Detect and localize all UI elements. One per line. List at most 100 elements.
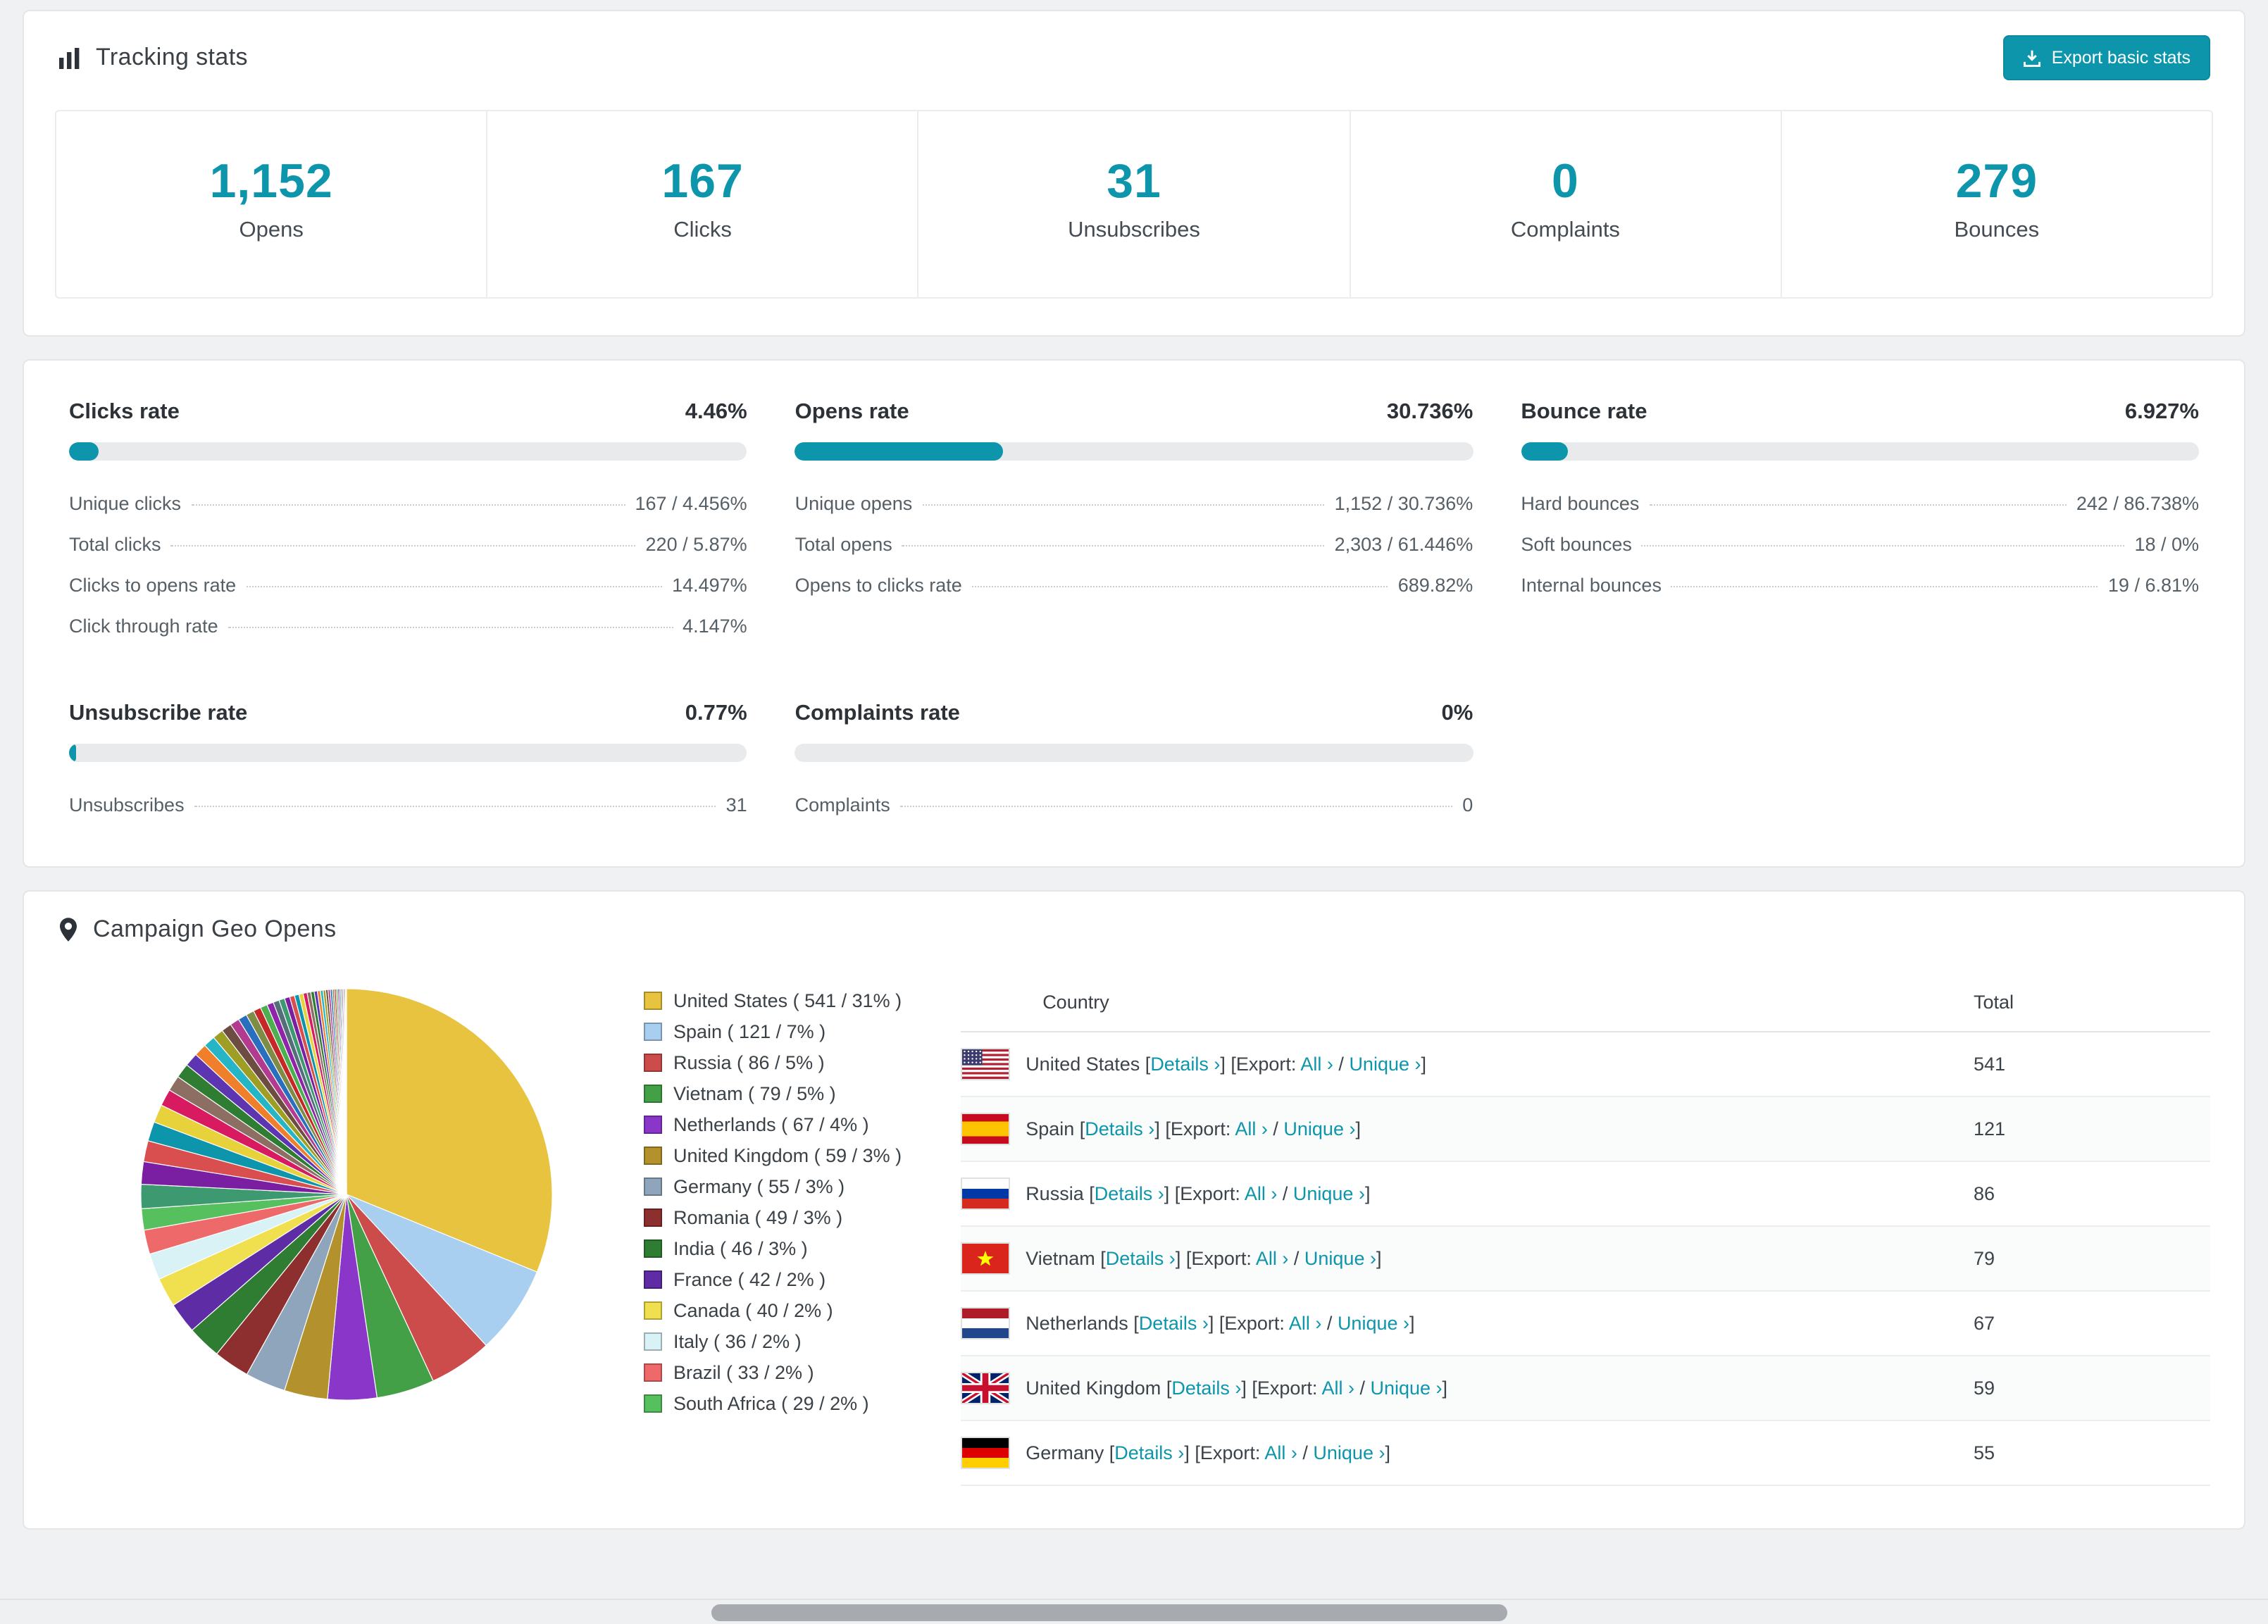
rate-title: Bounce rate [1521,400,1647,424]
export-unique-link[interactable]: Unique › [1313,1442,1385,1463]
rate-row-label: Internal bounces [1521,575,1662,596]
legend-swatch [644,1208,662,1227]
geo-card: Campaign Geo Opens United States ( 541 /… [23,890,2245,1530]
export-basic-stats-label: Export basic stats [2051,48,2191,68]
rate-panel: Clicks rate 4.46% Unique clicks 167 / 4.… [69,400,747,637]
dotted-leader [191,504,625,506]
dotted-leader [170,545,636,546]
legend-swatch [644,1270,662,1289]
legend-item[interactable]: Germany ( 55 / 3% ) [644,1176,902,1197]
stat-value: 167 [661,155,744,208]
table-row: Germany [Details ›] [Export: All › / Uni… [961,1420,2210,1486]
dotted-leader [899,806,1453,807]
rate-progress-fill [1521,442,1568,461]
stat-label: Complaints [1510,218,1620,242]
country-total: 67 [1974,1291,2210,1356]
rate-detail-rows: Hard bounces 242 / 86.738% Soft bounces … [1521,493,2199,596]
legend-item[interactable]: Spain ( 121 / 7% ) [644,1021,902,1042]
rate-progress-bar [795,744,1473,762]
details-link[interactable]: Details › [1095,1183,1164,1204]
details-link[interactable]: Details › [1150,1054,1220,1075]
country-cell-text: United Kingdom [Details ›] [Export: All … [1026,1378,1448,1399]
map-pin-icon [58,917,79,942]
legend-item[interactable]: Romania ( 49 / 3% ) [644,1207,902,1228]
country-name: Netherlands [1026,1313,1128,1334]
country-column-header: Country [961,973,1974,1032]
legend-label: United Kingdom ( 59 / 3% ) [673,1145,902,1166]
export-all-link[interactable]: All › [1235,1118,1268,1139]
country-total: 86 [1974,1161,2210,1227]
table-row: United Kingdom [Details ›] [Export: All … [961,1356,2210,1421]
stat-label: Unsubscribes [1068,218,1200,242]
total-column-header: Total [1974,973,2210,1032]
rate-panel: Opens rate 30.736% Unique opens 1,152 / … [795,400,1473,637]
rate-detail-row: Unique clicks 167 / 4.456% [69,493,747,514]
country-name: Vietnam [1026,1248,1095,1269]
stat-label: Clicks [673,218,732,242]
export-all-link[interactable]: All › [1264,1442,1297,1463]
dotted-leader [1671,586,2098,587]
export-all-link[interactable]: All › [1321,1378,1354,1399]
export-all-link[interactable]: All › [1256,1248,1289,1269]
legend-item[interactable]: Vietnam ( 79 / 5% ) [644,1083,902,1104]
legend-item[interactable]: France ( 42 / 2% ) [644,1269,902,1290]
rate-detail-row: Click through rate 4.147% [69,616,747,637]
legend-item[interactable]: Russia ( 86 / 5% ) [644,1052,902,1073]
rate-progress-bar [1521,442,2199,461]
export-all-link[interactable]: All › [1245,1183,1278,1204]
geo-pie-chart[interactable] [137,985,556,1411]
legend-item[interactable]: Brazil ( 33 / 2% ) [644,1362,902,1383]
rate-detail-row: Clicks to opens rate 14.497% [69,575,747,596]
country-flag-icon [961,1307,1011,1339]
horizontal-scrollbar-thumb[interactable] [711,1604,1507,1621]
details-link[interactable]: Details › [1085,1118,1154,1139]
country-flag-icon [961,1437,1011,1469]
legend-label: India ( 46 / 3% ) [673,1238,808,1259]
stat-box: 1,152 Opens [56,111,486,297]
details-link[interactable]: Details › [1171,1378,1241,1399]
legend-label: Brazil ( 33 / 2% ) [673,1362,814,1383]
rate-percentage: 0.77% [685,701,747,725]
rate-detail-row: Unsubscribes 31 [69,794,747,816]
legend-swatch [644,1085,662,1103]
tracking-stats-header: Tracking stats Export basic stats [24,11,2244,104]
stat-box: 167 Clicks [486,111,917,297]
export-unique-link[interactable]: Unique › [1283,1118,1355,1139]
legend-swatch [644,1178,662,1196]
export-basic-stats-button[interactable]: Export basic stats [2003,35,2210,80]
rate-row-value: 31 [725,794,747,816]
details-link[interactable]: Details › [1114,1442,1184,1463]
legend-swatch [644,1301,662,1320]
export-all-link[interactable]: All › [1289,1313,1322,1334]
stat-label: Bounces [1954,218,2040,242]
details-link[interactable]: Details › [1139,1313,1209,1334]
legend-item[interactable]: Canada ( 40 / 2% ) [644,1300,902,1321]
legend-item[interactable]: Netherlands ( 67 / 4% ) [644,1114,902,1135]
export-unique-link[interactable]: Unique › [1293,1183,1365,1204]
legend-label: Italy ( 36 / 2% ) [673,1331,802,1352]
legend-item[interactable]: India ( 46 / 3% ) [644,1238,902,1259]
country-total: 79 [1974,1226,2210,1292]
export-unique-link[interactable]: Unique › [1338,1313,1409,1334]
country-total: 541 [1974,1032,2210,1097]
horizontal-scrollbar-track[interactable] [0,1599,2268,1624]
legend-item[interactable]: Italy ( 36 / 2% ) [644,1331,902,1352]
export-unique-link[interactable]: Unique › [1349,1054,1421,1075]
rate-progress-fill [69,442,99,461]
table-row: Vietnam [Details ›] [Export: All › / Uni… [961,1226,2210,1292]
legend-item[interactable]: South Africa ( 29 / 2% ) [644,1393,902,1414]
stat-box: 31 Unsubscribes [917,111,1349,297]
legend-item[interactable]: United Kingdom ( 59 / 3% ) [644,1145,902,1166]
rate-panel: Bounce rate 6.927% Hard bounces 242 / 86… [1521,400,2199,637]
table-row: Russia [Details ›] [Export: All › / Uniq… [961,1161,2210,1227]
export-all-link[interactable]: All › [1300,1054,1333,1075]
legend-swatch [644,1332,662,1351]
export-unique-link[interactable]: Unique › [1370,1378,1442,1399]
rate-row-value: 4.147% [683,616,747,637]
stat-label: Opens [239,218,304,242]
details-link[interactable]: Details › [1106,1248,1176,1269]
legend-item[interactable]: United States ( 541 / 31% ) [644,990,902,1011]
country-flag-icon [961,1178,1011,1210]
rate-row-value: 167 / 4.456% [635,493,747,514]
export-unique-link[interactable]: Unique › [1304,1248,1376,1269]
